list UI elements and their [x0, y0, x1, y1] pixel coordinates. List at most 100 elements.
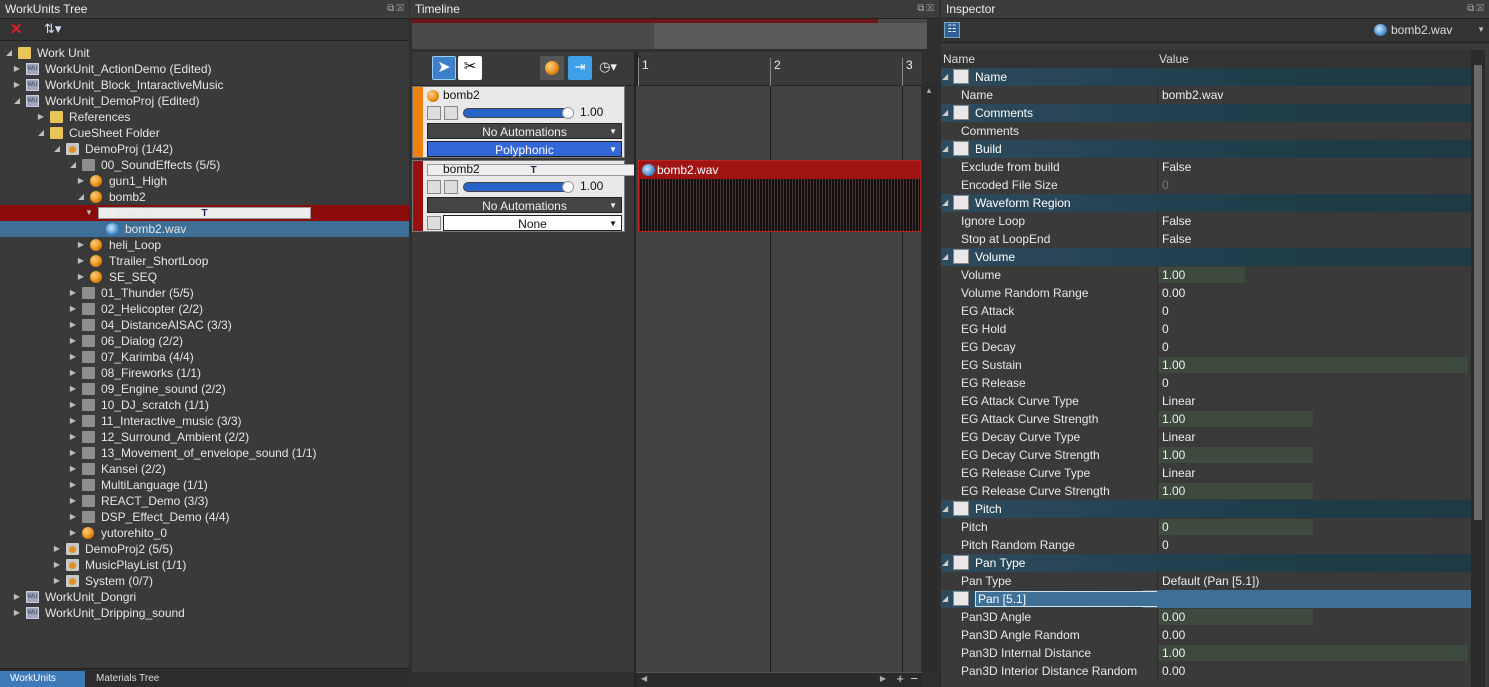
expand-arrow-icon[interactable]: ▶: [76, 269, 86, 285]
zoom-out-icon[interactable]: −: [910, 671, 918, 686]
property-row[interactable]: EG Decay Curve Type Linear: [941, 428, 1471, 446]
expand-arrow-icon[interactable]: ▶: [12, 77, 22, 93]
tree-item[interactable]: ▶ Ttrailer_ShortLoop: [0, 253, 409, 269]
expand-arrow-icon[interactable]: ▶: [68, 333, 78, 349]
collapse-arrow-icon[interactable]: ◢: [52, 141, 62, 157]
category-row[interactable]: ◢ Comments: [941, 104, 1471, 122]
collapse-arrow-icon[interactable]: ◢: [942, 140, 948, 158]
property-value[interactable]: 0: [1157, 338, 1471, 356]
tree-item[interactable]: bomb2.wav: [0, 221, 409, 237]
expand-arrow-icon[interactable]: ▶: [68, 413, 78, 429]
tree-item[interactable]: ▶ References: [0, 109, 409, 125]
property-value[interactable]: 0: [1157, 536, 1471, 554]
tree-item[interactable]: ▶ DemoProj2 (5/5): [0, 541, 409, 557]
expand-arrow-icon[interactable]: ▶: [68, 445, 78, 461]
expand-arrow-icon[interactable]: ▶: [68, 301, 78, 317]
property-value[interactable]: 0: [1157, 302, 1471, 320]
tree-item[interactable]: ◢ Work Unit: [0, 45, 409, 61]
automation-dropdown[interactable]: No Automations ▼: [427, 197, 622, 213]
tree-item[interactable]: ▼ Tbomb2: [0, 205, 409, 221]
property-row[interactable]: Pan3D Angle 0.00: [941, 608, 1471, 626]
more-options-icon[interactable]: [427, 216, 441, 230]
category-row[interactable]: ◢ Name: [941, 68, 1471, 86]
tree-item[interactable]: ▶ yutorehito_0: [0, 525, 409, 541]
tree-item[interactable]: ▶ WU WorkUnit_Block_IntaractiveMusic: [0, 77, 409, 93]
property-row[interactable]: Volume 1.00: [941, 266, 1471, 284]
mute-icon[interactable]: [444, 180, 458, 194]
property-row[interactable]: EG Attack Curve Strength 1.00: [941, 410, 1471, 428]
vertical-scrollbar[interactable]: ▲: [922, 86, 937, 672]
tree-item[interactable]: ▶ Kansei (2/2): [0, 461, 409, 477]
property-row[interactable]: EG Decay Curve Strength 1.00: [941, 446, 1471, 464]
property-row[interactable]: EG Release Curve Strength 1.00: [941, 482, 1471, 500]
property-value[interactable]: 1.00: [1157, 482, 1471, 500]
property-value[interactable]: Linear: [1157, 464, 1471, 482]
property-value[interactable]: 1.00: [1157, 410, 1471, 428]
expand-arrow-icon[interactable]: ▶: [68, 397, 78, 413]
property-row[interactable]: Pan Type Default (Pan [5.1]): [941, 572, 1471, 590]
collapse-arrow-icon[interactable]: ◢: [36, 125, 46, 141]
tree-item[interactable]: ◢ CueSheet Folder: [0, 125, 409, 141]
collapse-arrow-icon[interactable]: ◢: [942, 68, 948, 86]
property-row[interactable]: EG Attack Curve Type Linear: [941, 392, 1471, 410]
expand-arrow-icon[interactable]: ▶: [68, 381, 78, 397]
envelope-icon[interactable]: [427, 180, 441, 194]
property-row[interactable]: EG Decay 0: [941, 338, 1471, 356]
category-row[interactable]: ◢ Pan [5.1]: [941, 590, 1471, 608]
tree-item[interactable]: ◢ WU WorkUnit_DemoProj (Edited): [0, 93, 409, 109]
property-row[interactable]: EG Release Curve Type Linear: [941, 464, 1471, 482]
horizontal-scrollbar[interactable]: ◀ ▶ + −: [636, 671, 922, 687]
expand-arrow-icon[interactable]: ▶: [68, 365, 78, 381]
expand-arrow-icon[interactable]: ▶: [52, 541, 62, 557]
select-tool-button[interactable]: ➤: [432, 56, 456, 80]
property-row[interactable]: Comments: [941, 122, 1471, 140]
tree-item[interactable]: ▶ 13_Movement_of_envelope_sound (1/1): [0, 445, 409, 461]
tree-item[interactable]: ▶ 04_DistanceAISAC (3/3): [0, 317, 409, 333]
panel-window-buttons[interactable]: ⧉☒: [1467, 3, 1486, 14]
jump-to-button[interactable]: ⇥: [568, 56, 592, 80]
collapse-arrow-icon[interactable]: ◢: [942, 500, 948, 518]
waveform-clip[interactable]: bomb2.wav: [638, 160, 921, 232]
volume-slider[interactable]: [463, 181, 574, 193]
property-value[interactable]: 1.00: [1157, 446, 1471, 464]
sort-icon[interactable]: ⇅▾: [44, 21, 61, 37]
expand-arrow-icon[interactable]: ▶: [76, 237, 86, 253]
automation-dropdown[interactable]: No Automations ▼: [427, 123, 622, 139]
property-value[interactable]: 1.00: [1157, 356, 1471, 374]
expand-arrow-icon[interactable]: ▶: [12, 589, 22, 605]
property-row[interactable]: Pan3D Interior Distance Random 0.00: [941, 662, 1471, 680]
collapse-arrow-icon[interactable]: ◢: [942, 248, 948, 266]
property-value[interactable]: 1.00: [1157, 266, 1471, 284]
property-value[interactable]: False: [1157, 212, 1471, 230]
expand-arrow-icon[interactable]: ▶: [68, 477, 78, 493]
clock-menu-button[interactable]: ◷▾: [596, 56, 620, 80]
property-row[interactable]: EG Sustain 1.00: [941, 356, 1471, 374]
property-row[interactable]: Pan3D Internal Distance 1.00: [941, 644, 1471, 662]
timeline-ruler[interactable]: 1 2 3: [636, 52, 922, 86]
tree-item[interactable]: ▶ 06_Dialog (2/2): [0, 333, 409, 349]
tree-item[interactable]: ▶ 01_Thunder (5/5): [0, 285, 409, 301]
tree-item[interactable]: ▶ 09_Engine_sound (2/2): [0, 381, 409, 397]
tree-item[interactable]: ▶ WU WorkUnit_ActionDemo (Edited): [0, 61, 409, 77]
column-header-value[interactable]: Value: [1159, 52, 1189, 66]
property-row[interactable]: Pitch Random Range 0: [941, 536, 1471, 554]
collapse-arrow-icon[interactable]: ◢: [942, 104, 948, 122]
tree-item[interactable]: ▶ SE_SEQ: [0, 269, 409, 285]
property-row[interactable]: Exclude from build False: [941, 158, 1471, 176]
inspector-scrollbar[interactable]: [1471, 50, 1485, 687]
expand-arrow-icon[interactable]: ▶: [76, 173, 86, 189]
record-button[interactable]: [540, 56, 564, 80]
scrollbar-thumb[interactable]: [1474, 65, 1482, 520]
panel-window-buttons[interactable]: ⧉☒: [387, 3, 406, 14]
property-row[interactable]: Pan3D Angle Random 0.00: [941, 626, 1471, 644]
property-row[interactable]: Volume Random Range 0.00: [941, 284, 1471, 302]
property-value[interactable]: False: [1157, 230, 1471, 248]
expand-arrow-icon[interactable]: ▶: [68, 285, 78, 301]
expand-arrow-icon[interactable]: ▶: [68, 317, 78, 333]
tree-item[interactable]: ▶ WU WorkUnit_Dongri: [0, 589, 409, 605]
tree-item[interactable]: ▶ 11_Interactive_music (3/3): [0, 413, 409, 429]
property-value[interactable]: Linear: [1157, 428, 1471, 446]
category-row[interactable]: ◢ Pan Type: [941, 554, 1471, 572]
expand-arrow-icon[interactable]: ▶: [68, 525, 78, 541]
expand-arrow-icon[interactable]: ▶: [52, 557, 62, 573]
